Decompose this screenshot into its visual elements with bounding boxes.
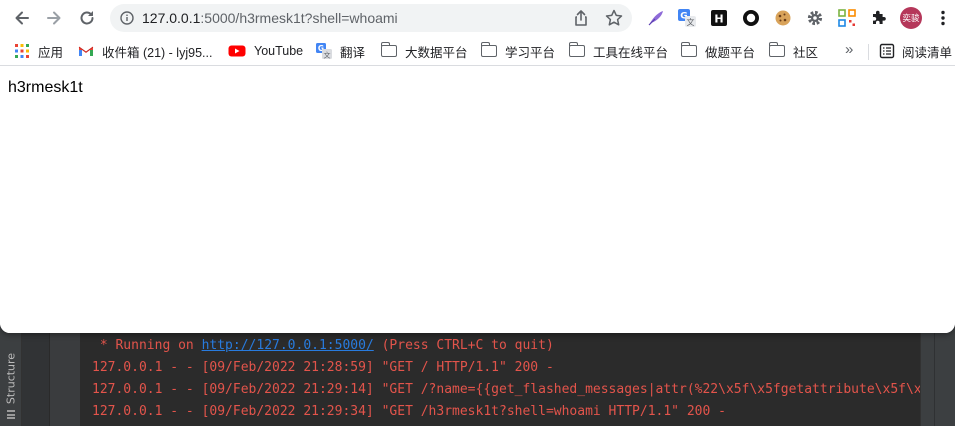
- bookmark-label: 收件箱 (21) - lyj95...: [102, 45, 213, 60]
- bookmark-label: 工具在线平台: [593, 45, 669, 60]
- browser-toolbar: 127.0.0.1:5000/h3rmesk1t?shell=whoami G文…: [0, 0, 955, 36]
- avatar-text: 奕骏: [902, 14, 920, 24]
- folder-icon: [380, 42, 397, 59]
- bookmarks-bar: 应用 收件箱 (21) - lyj95... YouTube G文 翻译 大数据…: [0, 36, 955, 66]
- svg-text:文: 文: [324, 50, 331, 59]
- folder-icon: [480, 42, 497, 59]
- bookmark-apps[interactable]: 应用: [14, 41, 63, 61]
- svg-text:H: H: [714, 13, 723, 26]
- bookmark-gmail[interactable]: 收件箱 (21) - lyj95...: [78, 41, 212, 61]
- console-log-line: 127.0.0.1 - - [09/Feb/2022 21:29:34] "GE…: [92, 404, 726, 419]
- folder-icon: [568, 42, 585, 59]
- bookmark-folder-tools[interactable]: 工具在线平台: [568, 41, 669, 61]
- bookmark-folder-learning[interactable]: 学习平台: [480, 41, 556, 61]
- run-console: * Running on http://127.0.0.1:5000/ (Pre…: [80, 335, 920, 426]
- structure-icon: [7, 410, 15, 419]
- reading-list-button[interactable]: 阅读清单: [879, 41, 952, 61]
- gear-extension-icon[interactable]: [805, 8, 825, 28]
- bookmark-youtube[interactable]: YouTube: [228, 41, 303, 61]
- bookmark-label: 学习平台: [505, 45, 556, 60]
- address-bar[interactable]: 127.0.0.1:5000/h3rmesk1t?shell=whoami: [110, 4, 632, 32]
- forward-arrow-icon: [47, 11, 61, 25]
- url-path: :5000/h3rmesk1t?shell=whoami: [200, 10, 398, 26]
- page-viewport: h3rmesk1t: [0, 67, 955, 333]
- gmail-icon: [78, 46, 94, 56]
- apps-grid-icon: [15, 44, 29, 58]
- browser-window: 127.0.0.1:5000/h3rmesk1t?shell=whoami G文…: [0, 0, 955, 333]
- reading-list-label: 阅读清单: [902, 45, 953, 60]
- youtube-icon: [228, 45, 246, 57]
- console-running-suffix: (Press CTRL+C to quit): [373, 338, 554, 353]
- structure-tool-tab[interactable]: Structure: [2, 350, 20, 426]
- bookmark-label: 翻译: [340, 45, 366, 60]
- share-icon[interactable]: [571, 8, 591, 28]
- cookie-extension-icon[interactable]: [773, 8, 793, 28]
- forward-button[interactable]: [40, 4, 68, 32]
- circle-extension-icon[interactable]: [741, 8, 761, 28]
- reload-icon: [80, 11, 94, 25]
- svg-text:文: 文: [687, 17, 695, 27]
- bookmark-label: YouTube: [254, 44, 304, 58]
- url-host: 127.0.0.1: [142, 10, 201, 26]
- bookmark-folder-bigdata[interactable]: 大数据平台: [380, 41, 468, 61]
- more-menu-icon[interactable]: [933, 8, 953, 28]
- bookmark-label: 做题平台: [705, 45, 756, 60]
- profile-avatar[interactable]: 奕骏: [900, 7, 922, 29]
- bookmark-folder-practice[interactable]: 做题平台: [680, 41, 756, 61]
- bookmark-star-icon[interactable]: [604, 8, 624, 28]
- back-arrow-icon: [15, 11, 29, 25]
- bookmark-translate[interactable]: G文 翻译: [316, 41, 365, 61]
- qr-extension-icon[interactable]: [837, 8, 857, 28]
- reading-list-icon: [879, 43, 895, 59]
- back-button[interactable]: [8, 4, 36, 32]
- folder-icon: [680, 42, 697, 59]
- bookmarks-overflow-button[interactable]: »: [845, 41, 853, 58]
- folder-icon: [768, 42, 785, 59]
- h-extension-icon[interactable]: H: [709, 8, 729, 28]
- translate-extension-icon[interactable]: G文: [677, 8, 697, 28]
- bookmark-folder-community[interactable]: 社区: [768, 41, 819, 61]
- structure-tab-label: Structure: [4, 352, 18, 405]
- bookmark-label: 社区: [793, 45, 819, 60]
- url-text[interactable]: 127.0.0.1:5000/h3rmesk1t?shell=whoami: [142, 10, 398, 26]
- console-running-line: * Running on http://127.0.0.1:5000/ (Pre…: [92, 338, 554, 353]
- info-icon[interactable]: [120, 11, 134, 25]
- console-log-line: 127.0.0.1 - - [09/Feb/2022 21:29:14] "GE…: [92, 382, 920, 397]
- console-running-prefix: * Running on: [92, 338, 202, 353]
- page-body-text: h3rmesk1t: [8, 79, 83, 96]
- puzzle-extensions-icon[interactable]: [869, 8, 889, 28]
- reload-button[interactable]: [73, 4, 101, 32]
- translate-icon: G文: [316, 43, 332, 59]
- bookmark-label: 应用: [38, 45, 64, 60]
- quill-extension-icon[interactable]: [646, 8, 666, 28]
- bookmark-label: 大数据平台: [405, 45, 468, 60]
- console-server-link[interactable]: http://127.0.0.1:5000/: [202, 338, 374, 353]
- bookmarks-divider: [868, 44, 869, 60]
- console-log-line: 127.0.0.1 - - [09/Feb/2022 21:28:59] "GE…: [92, 360, 554, 375]
